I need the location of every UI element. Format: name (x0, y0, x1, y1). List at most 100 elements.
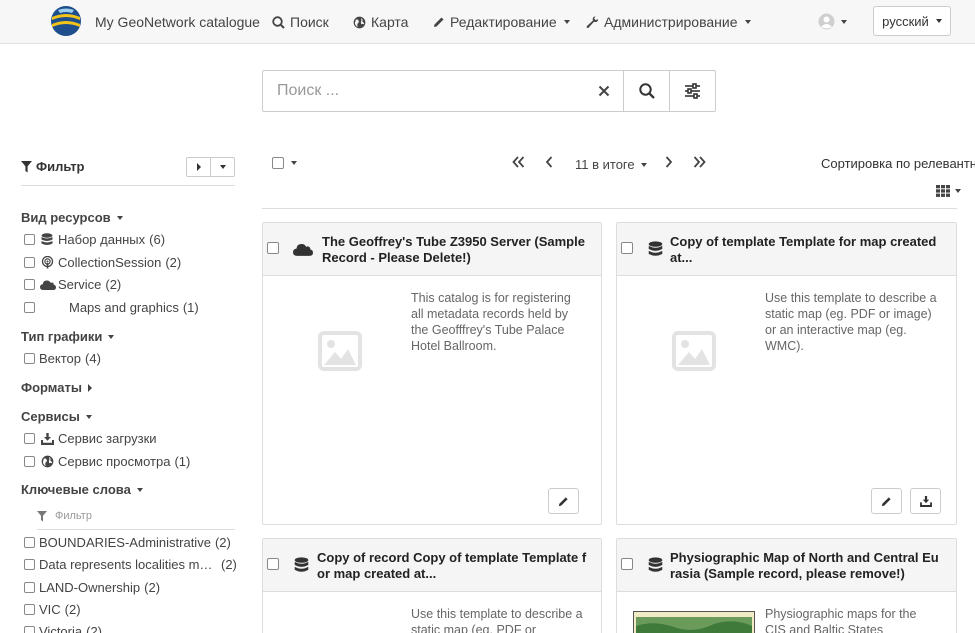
facet-title: Форматы (21, 380, 82, 395)
facet-item[interactable]: Victoria (2) (24, 624, 102, 633)
card-abstract: This catalog is for registering all meta… (411, 291, 571, 353)
result-card[interactable]: Copy of record Copy of template Template… (262, 538, 602, 633)
clear-search-button[interactable] (585, 71, 623, 111)
facet-item[interactable]: Maps and graphics (1) (24, 300, 199, 315)
result-card[interactable]: The Geoffrey's Tube Z3950 Server (Sample… (262, 222, 602, 525)
advanced-search-button[interactable] (669, 71, 715, 111)
facet-checkbox[interactable] (24, 456, 35, 467)
card-select-checkbox[interactable] (621, 558, 633, 570)
card-abstract: Physiographic maps for the CIS and Balti… (765, 607, 917, 633)
card-title[interactable]: The Geoffrey's Tube Z3950 Server (Sample… (322, 234, 589, 266)
facet-checkbox[interactable] (24, 433, 35, 444)
facet-checkbox[interactable] (24, 537, 35, 548)
keyword-filter-input[interactable]: Фильтр (37, 510, 92, 522)
caret-down-icon (116, 215, 123, 220)
facet-label: Data represents localities ma… (39, 557, 217, 572)
user-menu[interactable] (818, 13, 847, 30)
facet-checkbox[interactable] (24, 604, 35, 615)
facet-checkbox[interactable] (24, 559, 35, 570)
last-page-button[interactable] (693, 156, 706, 168)
nav-map[interactable]: Карта (353, 14, 408, 30)
facets-menu-button[interactable] (210, 158, 234, 176)
nav-admin[interactable]: Администрирование (586, 14, 751, 30)
filter-icon (21, 160, 32, 172)
map-thumbnail[interactable] (633, 611, 755, 633)
caret-down-icon (563, 20, 570, 24)
select-all-checkbox[interactable] (272, 157, 284, 169)
card-select-checkbox[interactable] (621, 242, 633, 254)
facet-checkbox[interactable] (24, 582, 35, 593)
download-button[interactable] (910, 488, 941, 514)
facet-item[interactable]: Service (2) (24, 277, 121, 292)
facet-header-graphic-type[interactable]: Тип графики (21, 329, 115, 344)
facet-item[interactable]: Data represents localities ma… (2) (24, 557, 237, 572)
language-select[interactable]: русский (873, 6, 951, 36)
facet-header-formats[interactable]: Форматы (21, 380, 92, 395)
close-icon (598, 85, 610, 97)
results-count-dropdown[interactable]: 11 в итоге (575, 157, 647, 172)
card-title[interactable]: Physiographic Map of North and Central E… (670, 550, 944, 582)
pencil-icon (881, 496, 891, 506)
search-bar (262, 70, 716, 112)
facet-count: (1) (182, 300, 199, 315)
facet-checkbox[interactable] (24, 353, 35, 364)
caret-down-icon (640, 162, 647, 167)
facet-checkbox[interactable] (24, 302, 35, 313)
pencil-icon (558, 496, 568, 506)
facet-checkbox[interactable] (24, 626, 35, 633)
nav-search[interactable]: Поиск (272, 14, 329, 30)
facet-header-services[interactable]: Сервисы (21, 409, 92, 424)
card-select-checkbox[interactable] (267, 558, 279, 570)
search-submit-button[interactable] (623, 71, 669, 111)
facet-item[interactable]: CollectionSession (2) (24, 255, 181, 270)
podcast-icon (40, 256, 54, 270)
edit-button[interactable] (548, 488, 579, 514)
geonetwork-logo[interactable] (50, 5, 82, 37)
facet-item[interactable]: Сервис загрузки (24, 431, 157, 446)
card-header: The Geoffrey's Tube Z3950 Server (Sample… (263, 223, 601, 276)
facet-label: CollectionSession (58, 255, 162, 270)
facet-item[interactable]: Вектор (4) (24, 351, 101, 366)
facet-checkbox[interactable] (24, 234, 35, 245)
expand-facets-button[interactable] (187, 158, 210, 176)
caret-down-icon (841, 19, 847, 24)
caret-down-icon (108, 334, 115, 339)
facet-item[interactable]: BOUNDARIES-Administrative (2) (24, 535, 231, 550)
facet-count: (6) (149, 232, 166, 247)
facet-item[interactable]: VIC (2) (24, 602, 81, 617)
first-page-button[interactable] (512, 156, 525, 168)
facet-checkbox[interactable] (24, 257, 35, 268)
divider (37, 529, 235, 530)
sort-dropdown[interactable]: Сортировка по релевантности (821, 156, 975, 171)
caret-down-icon (219, 165, 226, 169)
brand-name[interactable]: My GeoNetwork catalogue (95, 14, 260, 30)
previous-page-button[interactable] (545, 156, 553, 168)
download-icon (40, 432, 54, 446)
facet-label: Victoria (39, 624, 83, 633)
result-card[interactable]: Copy of template Template for map create… (616, 222, 957, 525)
card-title[interactable]: Copy of template Template for map create… (670, 234, 944, 266)
facet-item[interactable]: Набор данных (6) (24, 232, 165, 247)
nav-editing[interactable]: Редактирование (433, 14, 570, 30)
facet-item[interactable]: Сервис просмотра (1) (24, 454, 190, 469)
download-icon (919, 495, 932, 507)
facet-label: Вектор (39, 351, 82, 366)
facet-checkbox[interactable] (24, 279, 35, 290)
result-card[interactable]: Physiographic Map of North and Central E… (616, 538, 957, 633)
next-page-button[interactable] (665, 156, 673, 168)
facet-item[interactable]: LAND-Ownership (2) (24, 580, 160, 595)
search-input[interactable] (263, 71, 585, 111)
keyword-filter-placeholder: Фильтр (55, 510, 92, 522)
nav-editing-label: Редактирование (450, 14, 557, 30)
select-all-dropdown[interactable] (272, 157, 297, 169)
database-icon (40, 233, 54, 247)
double-chevron-left-icon (512, 156, 525, 168)
facet-header-resource-type[interactable]: Вид ресурсов (21, 210, 123, 225)
facet-header-keywords[interactable]: Ключевые слова (21, 482, 143, 497)
card-select-checkbox[interactable] (267, 242, 279, 254)
card-title[interactable]: Copy of record Copy of template Template… (317, 550, 589, 582)
facet-title: Ключевые слова (21, 482, 131, 497)
globe-icon (353, 16, 366, 28)
layout-switcher[interactable] (936, 185, 961, 197)
edit-button[interactable] (871, 488, 902, 514)
